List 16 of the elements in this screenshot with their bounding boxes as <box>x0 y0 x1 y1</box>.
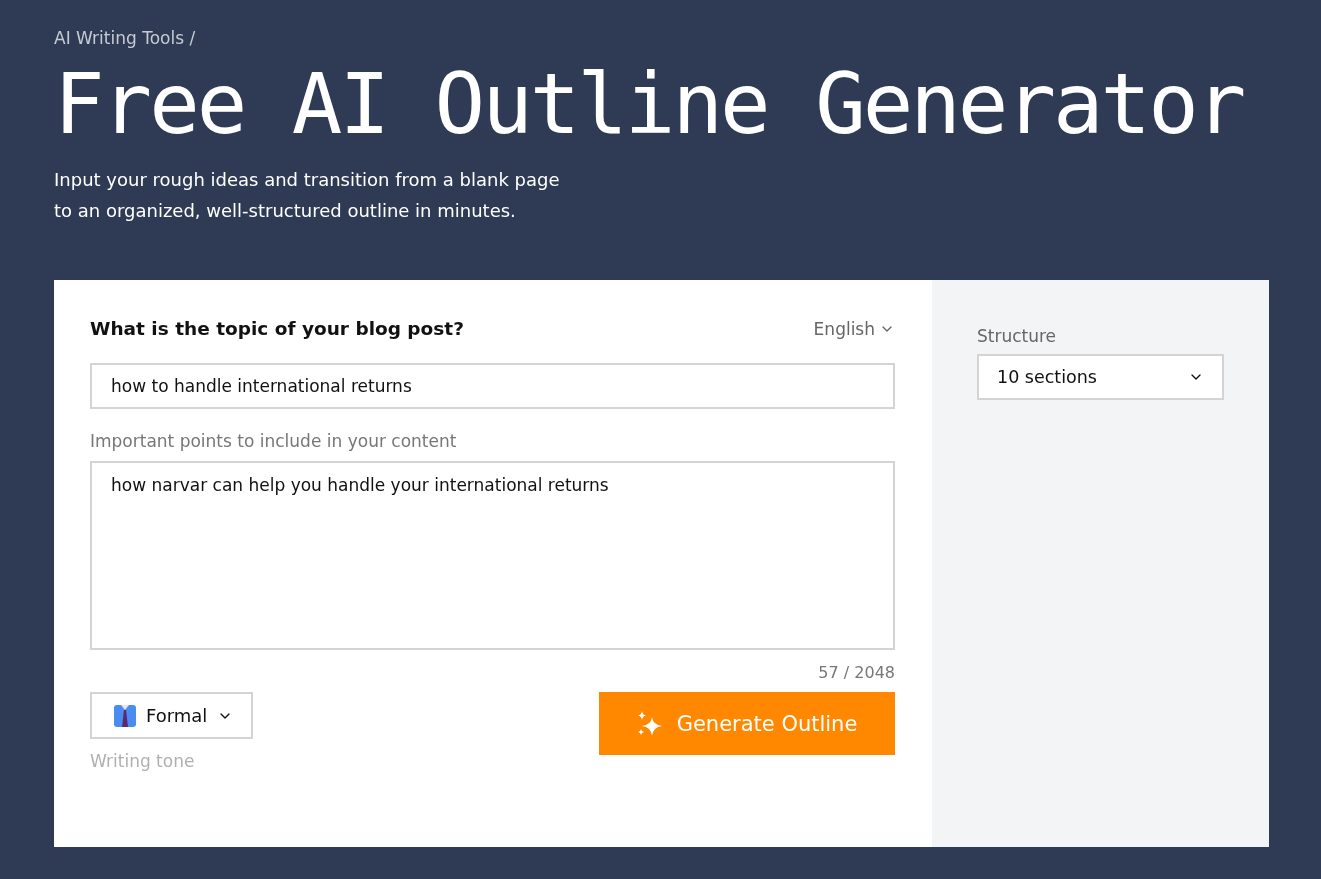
topic-label: What is the topic of your blog post? <box>90 318 464 339</box>
breadcrumb[interactable]: AI Writing Tools / <box>54 28 1269 48</box>
page-title: Free AI Outline Generator <box>54 62 1245 146</box>
subtitle-line: Input your rough ideas and transition from a blank page <box>54 168 561 192</box>
topic-input[interactable]: how to handle international returns <box>90 363 895 409</box>
language-dropdown[interactable]: English <box>813 318 895 339</box>
character-counter: 57 / 2048 <box>817 663 895 682</box>
tone-dropdown[interactable]: Formal <box>90 692 254 739</box>
sparkle-icon <box>636 710 663 737</box>
subtitle-line: to an organized, well-structured outline in minutes. <box>54 199 517 223</box>
structure-label: Structure <box>977 326 1058 346</box>
structure-dropdown[interactable]: 10 sections <box>977 354 1224 400</box>
shirt-tie-icon <box>114 704 136 727</box>
points-label: Important points to include in your content <box>90 431 458 451</box>
tone-caption: Writing tone <box>90 751 196 771</box>
points-textarea[interactable]: how narvar can help you handle your international returns <box>90 461 895 650</box>
